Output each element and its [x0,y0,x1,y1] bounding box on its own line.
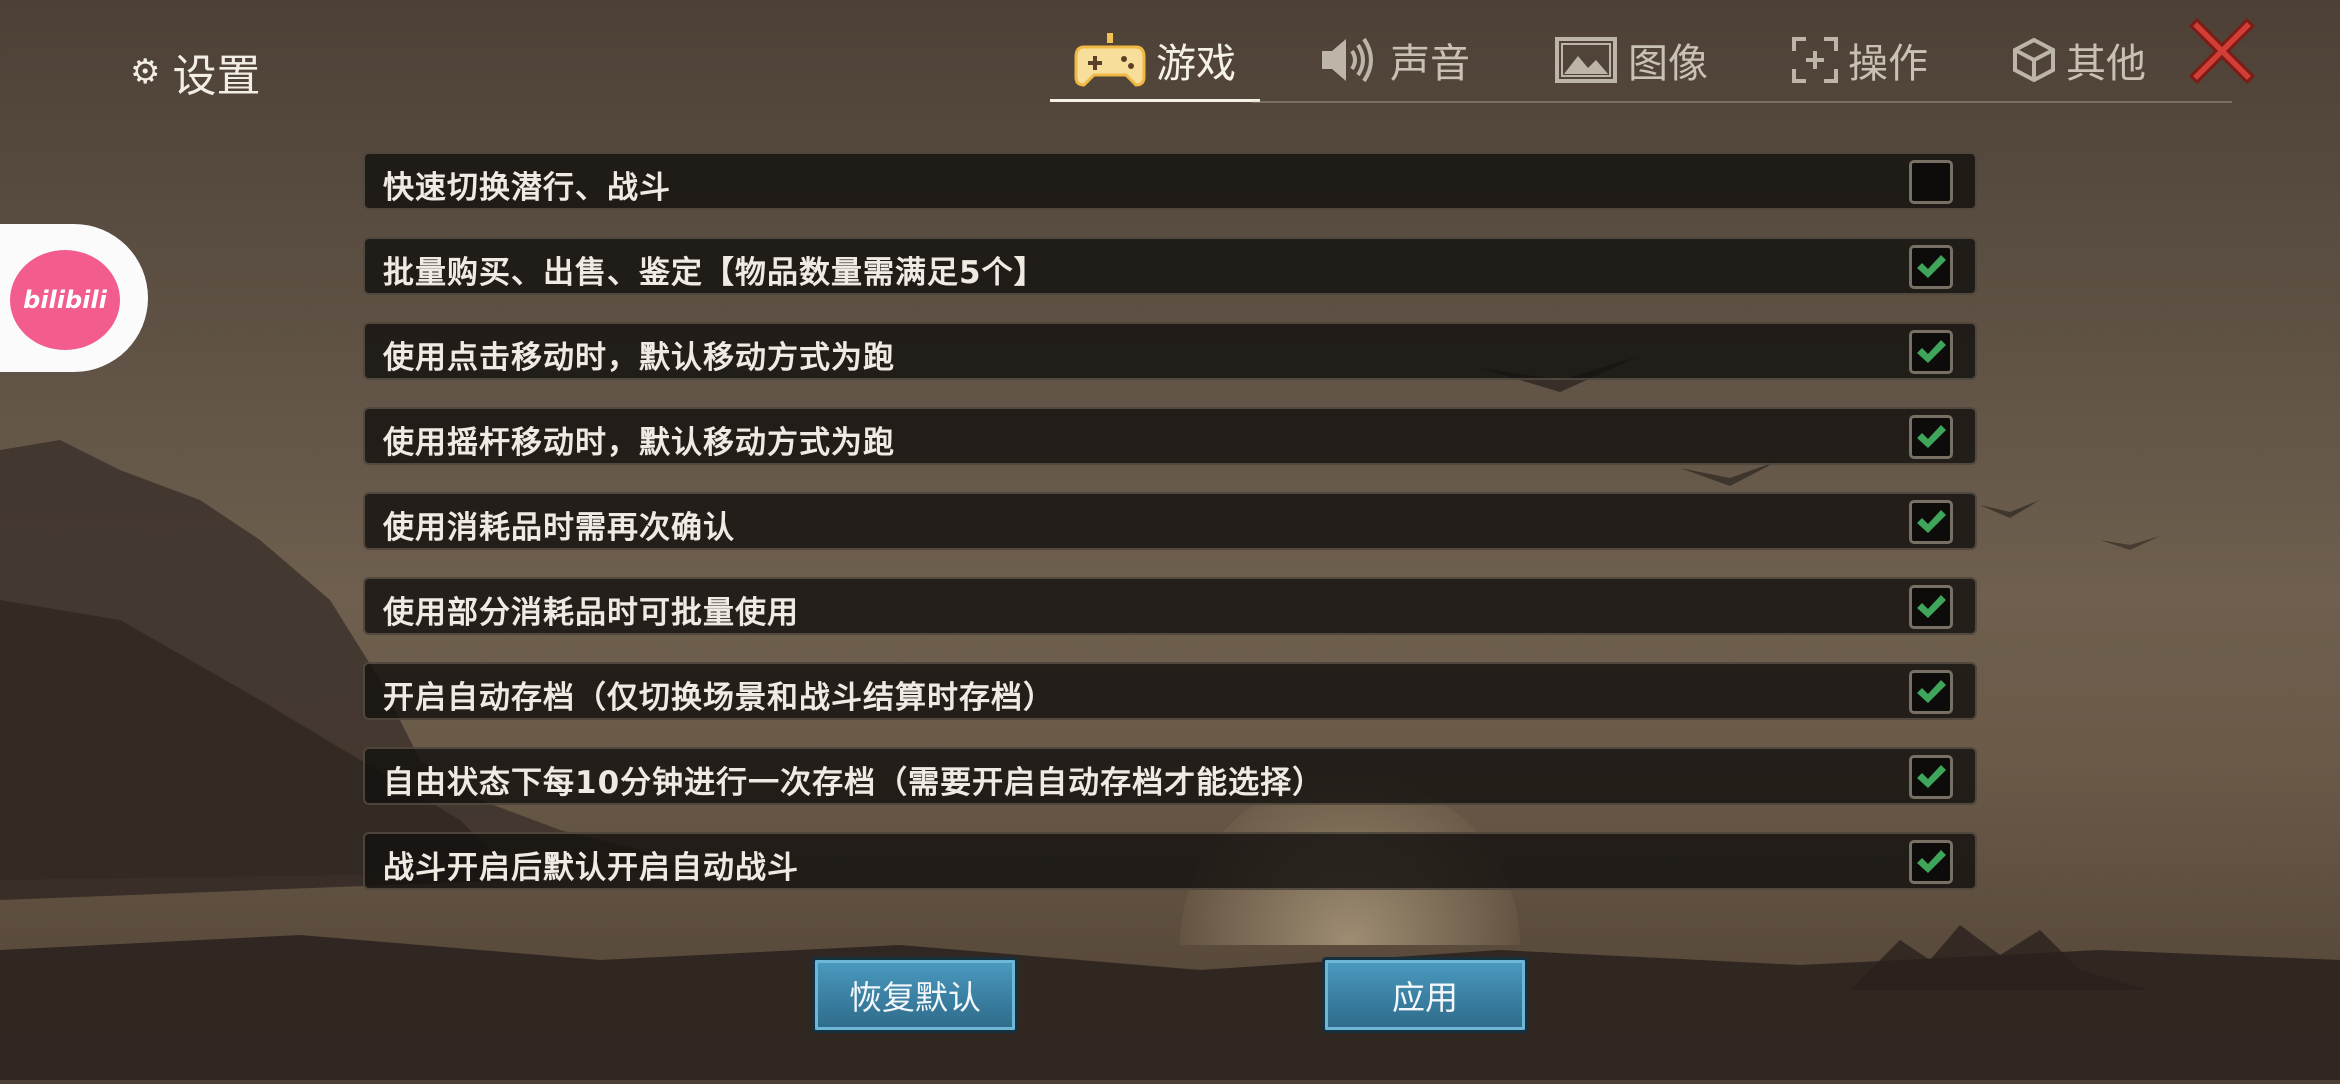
option-label: 开启自动存档（仅切换场景和战斗结算时存档） [383,680,1055,716]
tab-game[interactable]: 游戏 [1050,18,1260,102]
image-icon [1554,36,1618,84]
close-button[interactable] [2183,12,2261,90]
option-row[interactable]: 自由状态下每10分钟进行一次存档（需要开启自动存档才能选择） [363,747,1977,805]
option-row[interactable]: 使用部分消耗品时可批量使用 [363,577,1977,635]
option-label: 自由状态下每10分钟进行一次存档（需要开启自动存档才能选择） [383,765,1325,801]
checkbox-checked[interactable] [1909,245,1953,289]
checkmark-icon [1917,595,1946,618]
option-row[interactable]: 使用点击移动时，默认移动方式为跑 [363,322,1977,380]
cube-icon [2012,37,2056,83]
reset-defaults-label: 恢复默认 [849,978,981,1017]
option-row[interactable]: 批量购买、出售、鉴定【物品数量需满足5个】 [363,237,1977,295]
option-row[interactable]: 使用摇杆移动时，默认移动方式为跑 [363,407,1977,465]
checkbox-checked[interactable] [1909,670,1953,714]
option-row[interactable]: 开启自动存档（仅切换场景和战斗结算时存档） [363,662,1977,720]
option-label: 使用部分消耗品时可批量使用 [383,595,799,631]
bilibili-logo-text: bilibili [23,286,107,314]
option-row[interactable]: 快速切换潜行、战斗 [363,152,1977,210]
gear-icon: ⚙ [130,52,161,92]
option-label: 快速切换潜行、战斗 [383,170,671,206]
tab-other[interactable]: 其他 [1988,18,2170,102]
checkbox-checked[interactable] [1909,330,1953,374]
gamepad-icon [1074,33,1146,87]
close-icon [2183,17,2261,94]
option-row[interactable]: 战斗开启后默认开启自动战斗 [363,832,1977,890]
tab-label: 图像 [1628,41,1708,87]
checkbox-checked[interactable] [1909,415,1953,459]
checkmark-icon [1917,680,1946,703]
speaker-icon [1320,35,1380,85]
tab-sound[interactable]: 声音 [1296,18,1494,102]
tab-label: 操作 [1848,41,1928,87]
tab-label: 其他 [2066,41,2146,87]
tab-controls[interactable]: 操作 [1768,18,1952,102]
reset-defaults-button[interactable]: 恢复默认 [812,957,1018,1033]
option-row[interactable]: 使用消耗品时需再次确认 [363,492,1977,550]
checkmark-icon [1917,510,1946,533]
checkbox-checked[interactable] [1909,755,1953,799]
settings-title: ⚙ 设置 [130,40,260,104]
apply-label: 应用 [1392,978,1458,1017]
tab-label: 声音 [1390,41,1470,87]
bilibili-float-button[interactable]: bilibili [0,224,148,372]
option-label: 使用摇杆移动时，默认移动方式为跑 [383,425,895,461]
settings-options-list: 快速切换潜行、战斗 批量购买、出售、鉴定【物品数量需满足5个】 使用点击移动时，… [363,152,1977,917]
checkbox-checked[interactable] [1909,585,1953,629]
checkbox-unchecked[interactable] [1909,160,1953,204]
checkmark-icon [1917,850,1946,873]
checkmark-icon [1917,425,1946,448]
checkmark-icon [1917,255,1946,278]
option-label: 战斗开启后默认开启自动战斗 [383,850,799,886]
checkbox-checked[interactable] [1909,500,1953,544]
bilibili-logo: bilibili [10,250,120,350]
checkmark-icon [1917,765,1946,788]
tab-bar: 游戏 声音 图像 操作 其他 [1050,18,2170,102]
option-label: 使用点击移动时，默认移动方式为跑 [383,340,895,376]
checkbox-checked[interactable] [1909,840,1953,884]
option-label: 批量购买、出售、鉴定【物品数量需满足5个】 [383,255,1046,291]
target-icon [1792,37,1838,83]
header-divider [1252,101,2232,103]
option-label: 使用消耗品时需再次确认 [383,510,735,546]
tab-label: 游戏 [1156,41,1236,87]
tab-image[interactable]: 图像 [1530,18,1732,102]
page-title: 设置 [172,51,261,102]
apply-button[interactable]: 应用 [1322,957,1528,1033]
checkmark-icon [1917,340,1946,363]
